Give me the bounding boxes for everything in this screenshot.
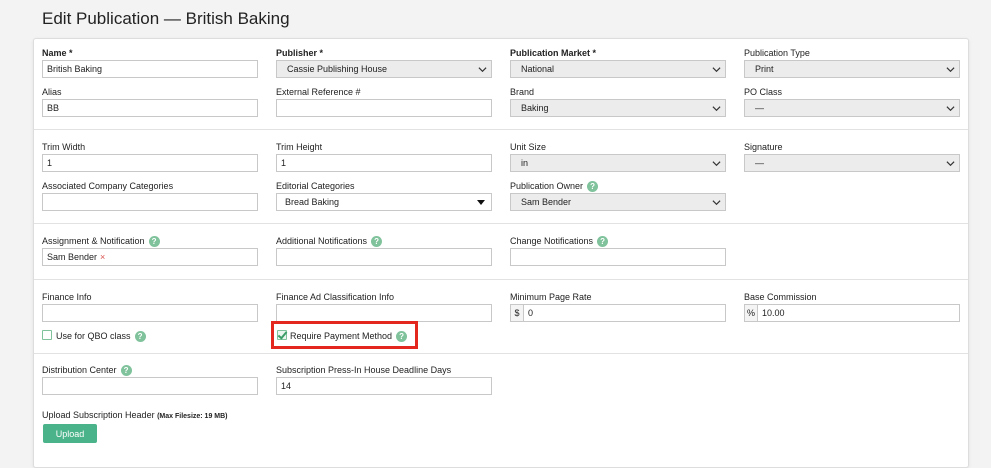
use-for-qbo-label-text: Use for QBO class: [56, 331, 131, 341]
help-icon[interactable]: ?: [597, 236, 609, 248]
upload-button[interactable]: Upload: [43, 424, 97, 443]
publication-type-value: Print: [755, 64, 774, 74]
publication-market-label: Publication Market *: [510, 48, 597, 58]
finance-info-input[interactable]: [42, 304, 258, 322]
upload-label: Upload Subscription Header (Max Filesize…: [42, 410, 228, 420]
upload-filesize-note: (Max Filesize: 19 MB): [157, 413, 228, 420]
editorial-categories-select[interactable]: Bread Baking: [276, 193, 492, 211]
trim-width-label: Trim Width: [42, 142, 86, 152]
chevron-down-icon: [712, 67, 721, 73]
chevron-down-icon: [946, 106, 955, 112]
assignment-notification-label: Assignment & Notification?: [42, 236, 160, 248]
publication-market-select[interactable]: National: [510, 60, 726, 78]
po-class-select[interactable]: —: [744, 99, 960, 117]
help-icon[interactable]: ?: [134, 331, 146, 343]
publication-type-select[interactable]: Print: [744, 60, 960, 78]
signature-select[interactable]: —: [744, 154, 960, 172]
trim-height-label: Trim Height: [276, 142, 323, 152]
distribution-center-label: Distribution Center?: [42, 365, 132, 377]
additional-notifications-label-text: Additional Notifications: [276, 236, 368, 246]
finance-ad-classification-input[interactable]: [276, 304, 492, 322]
assignment-notification-label-text: Assignment & Notification: [42, 236, 145, 246]
publication-owner-value: Sam Bender: [521, 197, 572, 207]
minimum-page-rate-label: Minimum Page Rate: [510, 292, 592, 302]
distribution-center-input[interactable]: [42, 377, 258, 395]
brand-select[interactable]: Baking: [510, 99, 726, 117]
publication-form-card: Name * Publisher * Cassie Publishing Hou…: [33, 38, 969, 468]
currency-addon: $: [510, 304, 524, 322]
base-commission-label: Base Commission: [744, 292, 817, 302]
help-icon[interactable]: ?: [120, 365, 132, 377]
alias-input[interactable]: [42, 99, 258, 117]
editorial-categories-value: Bread Baking: [285, 197, 340, 207]
subscription-deadline-label: Subscription Press-In House Deadline Day…: [276, 365, 452, 375]
editorial-categories-label: Editorial Categories: [276, 181, 355, 191]
unit-size-select[interactable]: in: [510, 154, 726, 172]
name-label: Name *: [42, 48, 73, 58]
associated-company-categories-input[interactable]: [42, 193, 258, 211]
minimum-page-rate-input[interactable]: [523, 304, 726, 322]
trim-width-input[interactable]: [42, 154, 258, 172]
percent-addon: %: [744, 304, 758, 322]
change-notifications-label: Change Notifications?: [510, 236, 609, 248]
chevron-down-icon: [946, 67, 955, 73]
brand-value: Baking: [521, 103, 549, 113]
publication-owner-label: Publication Owner?: [510, 181, 599, 193]
chevron-down-icon: [712, 200, 721, 206]
help-icon[interactable]: ?: [371, 236, 383, 248]
assignment-notification-field[interactable]: Sam Bender ×: [42, 248, 258, 266]
additional-notifications-input[interactable]: [276, 248, 492, 266]
use-for-qbo-checkbox[interactable]: [42, 330, 52, 340]
external-reference-label: External Reference #: [276, 87, 361, 97]
chevron-down-icon: [946, 161, 955, 167]
po-class-label: PO Class: [744, 87, 783, 97]
publisher-value: Cassie Publishing House: [287, 64, 388, 74]
remove-tag-icon[interactable]: ×: [100, 252, 105, 262]
associated-company-categories-label: Associated Company Categories: [42, 181, 174, 191]
base-commission-input[interactable]: [757, 304, 960, 322]
signature-value: —: [755, 158, 764, 168]
finance-info-label: Finance Info: [42, 292, 92, 302]
distribution-center-label-text: Distribution Center: [42, 365, 117, 375]
po-class-value: —: [755, 103, 764, 113]
publication-market-value: National: [521, 64, 555, 74]
section-divider: [34, 223, 968, 224]
publication-owner-select[interactable]: Sam Bender: [510, 193, 726, 211]
upload-label-text: Upload Subscription Header: [42, 410, 155, 420]
publisher-select[interactable]: Cassie Publishing House: [276, 60, 492, 78]
help-icon[interactable]: ?: [148, 236, 160, 248]
unit-size-label: Unit Size: [510, 142, 547, 152]
chevron-down-icon: [478, 67, 487, 73]
section-divider: [34, 129, 968, 130]
use-for-qbo-label: Use for QBO class?: [56, 331, 146, 343]
chevron-down-icon: [712, 161, 721, 167]
trim-height-input[interactable]: [276, 154, 492, 172]
additional-notifications-label: Additional Notifications?: [276, 236, 383, 248]
section-divider: [34, 353, 968, 354]
publisher-label: Publisher *: [276, 48, 324, 58]
publication-owner-label-text: Publication Owner: [510, 181, 584, 191]
finance-ad-classification-label: Finance Ad Classification Info: [276, 292, 395, 302]
change-notifications-label-text: Change Notifications: [510, 236, 594, 246]
tag-label: Sam Bender: [47, 252, 98, 262]
tag-chip: Sam Bender ×: [47, 252, 105, 262]
external-reference-input[interactable]: [276, 99, 492, 117]
highlight-box: [271, 321, 418, 349]
page-title: Edit Publication — British Baking: [42, 9, 290, 28]
unit-size-value: in: [521, 158, 529, 168]
chevron-down-icon: [712, 106, 721, 112]
name-input[interactable]: [42, 60, 258, 78]
signature-label: Signature: [744, 142, 783, 152]
subscription-deadline-input[interactable]: [276, 377, 492, 395]
section-divider: [34, 279, 968, 280]
caret-down-icon: [477, 200, 485, 205]
brand-label: Brand: [510, 87, 535, 97]
alias-label: Alias: [42, 87, 62, 97]
change-notifications-input[interactable]: [510, 248, 726, 266]
help-icon[interactable]: ?: [587, 181, 599, 193]
publication-type-label: Publication Type: [744, 48, 810, 58]
